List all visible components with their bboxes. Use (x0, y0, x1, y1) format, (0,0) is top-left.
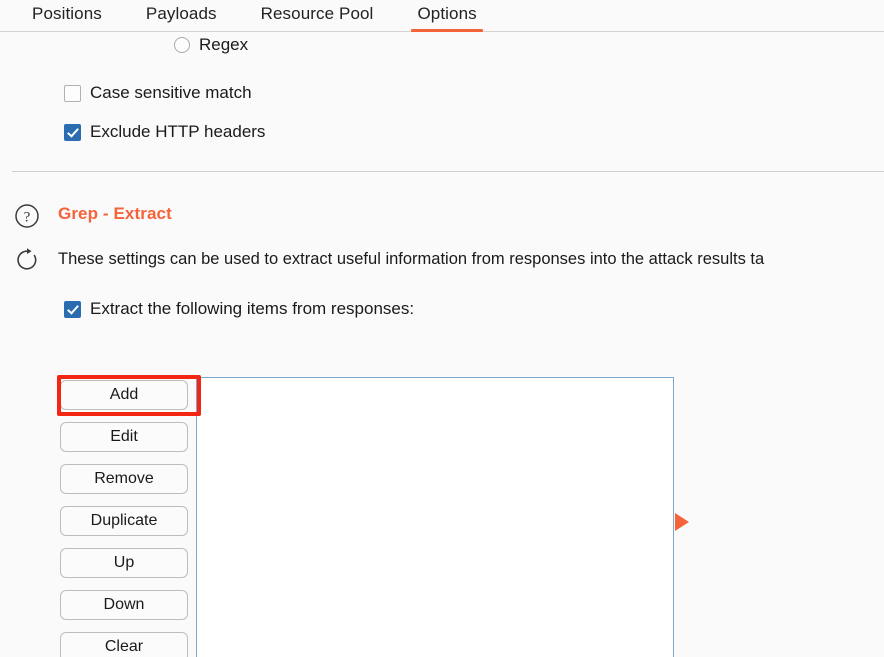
tab-options[interactable]: Options (395, 1, 498, 32)
grep-extract-description: These settings can be used to extract us… (58, 250, 765, 268)
tab-payloads[interactable]: Payloads (124, 1, 239, 31)
remove-button[interactable]: Remove (60, 464, 188, 494)
exclude-http-headers-label: Exclude HTTP headers (90, 122, 266, 141)
up-button[interactable]: Up (60, 548, 188, 578)
down-button[interactable]: Down (60, 590, 188, 620)
refresh-circular-arrow-icon[interactable] (12, 245, 42, 275)
tab-bar: Positions Payloads Resource Pool Options (0, 0, 884, 32)
tab-positions[interactable]: Positions (10, 1, 124, 31)
edit-button[interactable]: Edit (60, 422, 188, 452)
tab-resource-pool[interactable]: Resource Pool (239, 1, 396, 31)
grep-extract-title: Grep - Extract (58, 204, 172, 223)
triangle-right-icon (675, 513, 689, 531)
burp-intruder-options-screen: Positions Payloads Resource Pool Options… (0, 0, 884, 657)
duplicate-button[interactable]: Duplicate (60, 506, 188, 536)
case-sensitive-match-label: Case sensitive match (90, 83, 252, 102)
extract-items-list[interactable] (196, 377, 674, 657)
options-scroll-content: Regex Case sensitive match Exclude HTTP … (0, 32, 884, 657)
tab-options-label: Options (417, 4, 477, 23)
svg-text:?: ? (24, 210, 31, 226)
exclude-http-headers-checkbox[interactable] (64, 123, 81, 141)
regex-radio-row[interactable]: Regex (174, 32, 248, 58)
tab-resource-pool-label: Resource Pool (260, 4, 374, 23)
extract-items-checkbox[interactable] (64, 300, 81, 318)
case-sensitive-match-row[interactable]: Case sensitive match (64, 81, 252, 105)
clear-button[interactable]: Clear (60, 632, 188, 657)
section-divider (12, 171, 884, 172)
tab-positions-label: Positions (32, 4, 102, 23)
extract-items-label: Extract the following items from respons… (90, 299, 415, 318)
regex-radio-label: Regex (199, 35, 249, 54)
add-button[interactable]: Add (60, 380, 188, 410)
exclude-http-headers-row[interactable]: Exclude HTTP headers (64, 120, 265, 144)
question-circle-icon[interactable]: ? (12, 201, 42, 231)
grep-extract-button-column: Add Edit Remove Duplicate Up Down Clear (60, 380, 188, 657)
extract-items-row[interactable]: Extract the following items from respons… (64, 297, 414, 321)
regex-radio-button[interactable] (174, 37, 190, 53)
case-sensitive-match-checkbox[interactable] (64, 84, 81, 102)
tab-payloads-label: Payloads (145, 4, 217, 23)
